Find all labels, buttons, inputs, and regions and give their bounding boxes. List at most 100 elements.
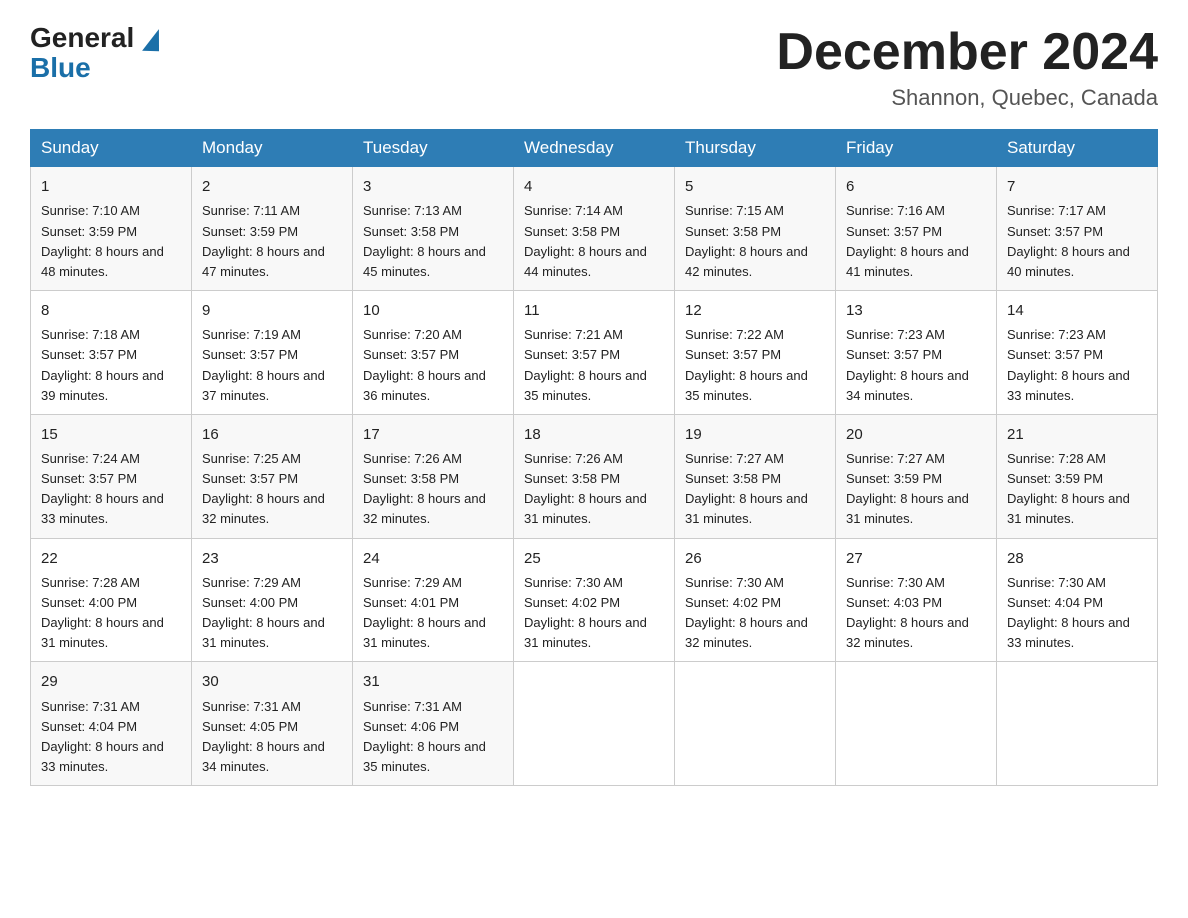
location-title: Shannon, Quebec, Canada (776, 85, 1158, 111)
day-cell: 5 Sunrise: 7:15 AMSunset: 3:58 PMDayligh… (675, 167, 836, 291)
day-cell: 31 Sunrise: 7:31 AMSunset: 4:06 PMDaylig… (353, 662, 514, 786)
header-cell-tuesday: Tuesday (353, 130, 514, 167)
day-number: 10 (363, 299, 503, 322)
day-cell: 10 Sunrise: 7:20 AMSunset: 3:57 PMDaylig… (353, 291, 514, 415)
day-number: 29 (41, 670, 181, 693)
day-info: Sunrise: 7:30 AMSunset: 4:04 PMDaylight:… (1007, 573, 1147, 654)
day-number: 3 (363, 175, 503, 198)
day-info: Sunrise: 7:10 AMSunset: 3:59 PMDaylight:… (41, 201, 181, 282)
day-number: 13 (846, 299, 986, 322)
day-number: 15 (41, 423, 181, 446)
page-header: General Blue December 2024 Shannon, Queb… (30, 24, 1158, 111)
day-cell (836, 662, 997, 786)
day-info: Sunrise: 7:24 AMSunset: 3:57 PMDaylight:… (41, 449, 181, 530)
day-info: Sunrise: 7:15 AMSunset: 3:58 PMDaylight:… (685, 201, 825, 282)
day-cell: 21 Sunrise: 7:28 AMSunset: 3:59 PMDaylig… (997, 414, 1158, 538)
day-info: Sunrise: 7:31 AMSunset: 4:04 PMDaylight:… (41, 697, 181, 778)
day-info: Sunrise: 7:29 AMSunset: 4:01 PMDaylight:… (363, 573, 503, 654)
day-cell: 22 Sunrise: 7:28 AMSunset: 4:00 PMDaylig… (31, 538, 192, 662)
day-info: Sunrise: 7:27 AMSunset: 3:59 PMDaylight:… (846, 449, 986, 530)
day-info: Sunrise: 7:14 AMSunset: 3:58 PMDaylight:… (524, 201, 664, 282)
day-info: Sunrise: 7:30 AMSunset: 4:02 PMDaylight:… (685, 573, 825, 654)
day-cell: 9 Sunrise: 7:19 AMSunset: 3:57 PMDayligh… (192, 291, 353, 415)
day-number: 11 (524, 299, 664, 322)
calendar-header: SundayMondayTuesdayWednesdayThursdayFrid… (31, 130, 1158, 167)
day-info: Sunrise: 7:25 AMSunset: 3:57 PMDaylight:… (202, 449, 342, 530)
day-cell: 20 Sunrise: 7:27 AMSunset: 3:59 PMDaylig… (836, 414, 997, 538)
day-cell: 25 Sunrise: 7:30 AMSunset: 4:02 PMDaylig… (514, 538, 675, 662)
day-info: Sunrise: 7:23 AMSunset: 3:57 PMDaylight:… (1007, 325, 1147, 406)
day-info: Sunrise: 7:27 AMSunset: 3:58 PMDaylight:… (685, 449, 825, 530)
day-info: Sunrise: 7:23 AMSunset: 3:57 PMDaylight:… (846, 325, 986, 406)
day-cell: 13 Sunrise: 7:23 AMSunset: 3:57 PMDaylig… (836, 291, 997, 415)
day-number: 30 (202, 670, 342, 693)
day-info: Sunrise: 7:13 AMSunset: 3:58 PMDaylight:… (363, 201, 503, 282)
header-cell-wednesday: Wednesday (514, 130, 675, 167)
day-info: Sunrise: 7:21 AMSunset: 3:57 PMDaylight:… (524, 325, 664, 406)
day-cell (514, 662, 675, 786)
day-cell: 4 Sunrise: 7:14 AMSunset: 3:58 PMDayligh… (514, 167, 675, 291)
logo-general-label: General (30, 22, 134, 53)
logo: General Blue (30, 24, 161, 84)
day-cell: 28 Sunrise: 7:30 AMSunset: 4:04 PMDaylig… (997, 538, 1158, 662)
day-cell: 30 Sunrise: 7:31 AMSunset: 4:05 PMDaylig… (192, 662, 353, 786)
day-cell: 7 Sunrise: 7:17 AMSunset: 3:57 PMDayligh… (997, 167, 1158, 291)
day-info: Sunrise: 7:26 AMSunset: 3:58 PMDaylight:… (363, 449, 503, 530)
day-cell: 15 Sunrise: 7:24 AMSunset: 3:57 PMDaylig… (31, 414, 192, 538)
day-info: Sunrise: 7:31 AMSunset: 4:06 PMDaylight:… (363, 697, 503, 778)
logo-blue-label: Blue (30, 52, 91, 84)
day-number: 24 (363, 547, 503, 570)
day-number: 1 (41, 175, 181, 198)
day-number: 12 (685, 299, 825, 322)
day-cell (997, 662, 1158, 786)
day-cell: 3 Sunrise: 7:13 AMSunset: 3:58 PMDayligh… (353, 167, 514, 291)
title-area: December 2024 Shannon, Quebec, Canada (776, 24, 1158, 111)
week-row-1: 1 Sunrise: 7:10 AMSunset: 3:59 PMDayligh… (31, 167, 1158, 291)
day-info: Sunrise: 7:26 AMSunset: 3:58 PMDaylight:… (524, 449, 664, 530)
day-number: 14 (1007, 299, 1147, 322)
month-title: December 2024 (776, 24, 1158, 81)
day-number: 27 (846, 547, 986, 570)
week-row-3: 15 Sunrise: 7:24 AMSunset: 3:57 PMDaylig… (31, 414, 1158, 538)
day-info: Sunrise: 7:30 AMSunset: 4:03 PMDaylight:… (846, 573, 986, 654)
day-number: 2 (202, 175, 342, 198)
day-cell: 8 Sunrise: 7:18 AMSunset: 3:57 PMDayligh… (31, 291, 192, 415)
day-info: Sunrise: 7:29 AMSunset: 4:00 PMDaylight:… (202, 573, 342, 654)
day-cell: 17 Sunrise: 7:26 AMSunset: 3:58 PMDaylig… (353, 414, 514, 538)
calendar-body: 1 Sunrise: 7:10 AMSunset: 3:59 PMDayligh… (31, 167, 1158, 786)
day-info: Sunrise: 7:17 AMSunset: 3:57 PMDaylight:… (1007, 201, 1147, 282)
day-number: 19 (685, 423, 825, 446)
day-cell: 12 Sunrise: 7:22 AMSunset: 3:57 PMDaylig… (675, 291, 836, 415)
day-number: 22 (41, 547, 181, 570)
header-cell-monday: Monday (192, 130, 353, 167)
day-cell (675, 662, 836, 786)
day-number: 31 (363, 670, 503, 693)
header-cell-thursday: Thursday (675, 130, 836, 167)
day-info: Sunrise: 7:11 AMSunset: 3:59 PMDaylight:… (202, 201, 342, 282)
week-row-4: 22 Sunrise: 7:28 AMSunset: 4:00 PMDaylig… (31, 538, 1158, 662)
day-cell: 16 Sunrise: 7:25 AMSunset: 3:57 PMDaylig… (192, 414, 353, 538)
day-number: 18 (524, 423, 664, 446)
day-cell: 18 Sunrise: 7:26 AMSunset: 3:58 PMDaylig… (514, 414, 675, 538)
header-row: SundayMondayTuesdayWednesdayThursdayFrid… (31, 130, 1158, 167)
day-cell: 1 Sunrise: 7:10 AMSunset: 3:59 PMDayligh… (31, 167, 192, 291)
day-info: Sunrise: 7:28 AMSunset: 4:00 PMDaylight:… (41, 573, 181, 654)
header-cell-sunday: Sunday (31, 130, 192, 167)
day-cell: 11 Sunrise: 7:21 AMSunset: 3:57 PMDaylig… (514, 291, 675, 415)
day-number: 6 (846, 175, 986, 198)
day-number: 9 (202, 299, 342, 322)
day-cell: 6 Sunrise: 7:16 AMSunset: 3:57 PMDayligh… (836, 167, 997, 291)
day-info: Sunrise: 7:31 AMSunset: 4:05 PMDaylight:… (202, 697, 342, 778)
day-info: Sunrise: 7:28 AMSunset: 3:59 PMDaylight:… (1007, 449, 1147, 530)
header-cell-friday: Friday (836, 130, 997, 167)
day-number: 20 (846, 423, 986, 446)
day-number: 25 (524, 547, 664, 570)
day-number: 17 (363, 423, 503, 446)
day-cell: 19 Sunrise: 7:27 AMSunset: 3:58 PMDaylig… (675, 414, 836, 538)
day-info: Sunrise: 7:20 AMSunset: 3:57 PMDaylight:… (363, 325, 503, 406)
calendar-table: SundayMondayTuesdayWednesdayThursdayFrid… (30, 129, 1158, 786)
logo-general-text: General (30, 24, 161, 52)
week-row-2: 8 Sunrise: 7:18 AMSunset: 3:57 PMDayligh… (31, 291, 1158, 415)
day-number: 23 (202, 547, 342, 570)
day-info: Sunrise: 7:16 AMSunset: 3:57 PMDaylight:… (846, 201, 986, 282)
